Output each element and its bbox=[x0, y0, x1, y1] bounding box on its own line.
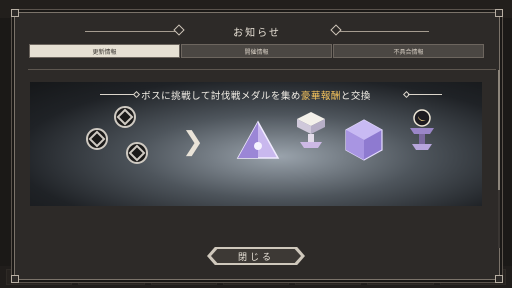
tab-updates[interactable]: 更新情報 bbox=[29, 44, 180, 58]
headline-text: ボスに挑戦して討伐戦メダルを集め bbox=[141, 91, 301, 102]
notice-banner-image[interactable]: ボスに挑戦して討伐戦メダルを集め豪華報酬と交換 ❯ bbox=[30, 82, 482, 206]
tab-events[interactable]: 開催情報 bbox=[181, 44, 332, 58]
headline-highlight: 豪華報酬 bbox=[300, 91, 341, 102]
pedestal-icon bbox=[297, 112, 325, 148]
tab-bugs[interactable]: 不具合情報 bbox=[333, 44, 484, 58]
banner-headline: ボスに挑戦して討伐戦メダルを集め豪華報酬と交換 bbox=[30, 88, 482, 102]
close-button-label: 閉じる bbox=[237, 252, 274, 263]
corner-ornament bbox=[11, 9, 19, 17]
title-row: お知らせ bbox=[15, 23, 499, 39]
headline-text: と交換 bbox=[340, 91, 371, 102]
corner-ornament bbox=[495, 9, 503, 17]
arrow-right-icon: ❯ bbox=[182, 127, 204, 157]
notice-modal: お知らせ 更新情報 開催情報 不具合情報 ボスに挑戦して討伐戦メダルを集め豪華報… bbox=[11, 9, 503, 283]
tab-bar: 更新情報 開催情報 不具合情報 bbox=[29, 44, 485, 58]
crystal-cube-icon bbox=[345, 119, 383, 161]
corner-ornament bbox=[495, 275, 503, 283]
medal-icon bbox=[114, 106, 136, 128]
modal-title: お知らせ bbox=[223, 23, 291, 39]
medal-icon bbox=[126, 142, 148, 164]
medal-icon bbox=[86, 128, 108, 150]
scrollbar-thumb[interactable] bbox=[498, 70, 500, 190]
close-button[interactable]: 閉じる bbox=[207, 247, 305, 265]
orb-pedestal-icon bbox=[410, 109, 434, 150]
crystal-pyramid-icon bbox=[236, 120, 280, 159]
corner-ornament bbox=[11, 275, 19, 283]
notice-content: ボスに挑戦して討伐戦メダルを集め豪華報酬と交換 ❯ bbox=[28, 69, 500, 248]
